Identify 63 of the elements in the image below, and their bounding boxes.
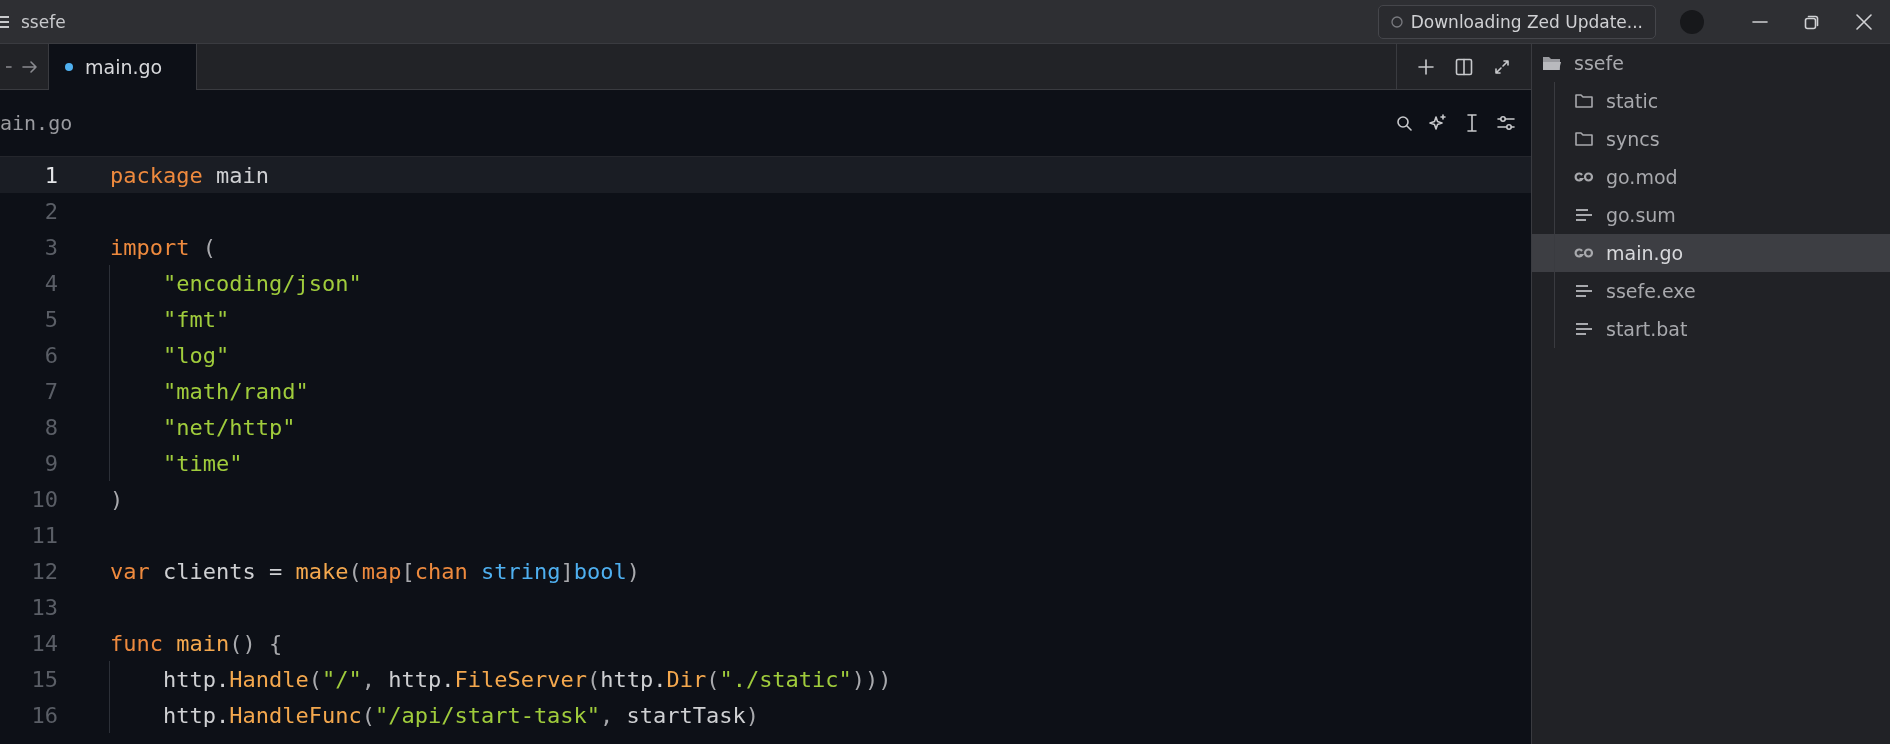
line-number: 4 — [43, 270, 58, 296]
breadcrumb[interactable]: ain.go — [0, 111, 73, 135]
code-line: "net/http" — [163, 414, 296, 440]
code-line: "math/rand" — [163, 378, 309, 404]
line-number: 12 — [30, 558, 58, 584]
split-pane-icon — [1455, 57, 1473, 76]
code-line: var clients = make(map[chan string]bool) — [110, 558, 640, 584]
line-number: 16 — [30, 702, 58, 728]
menu-icon[interactable] — [0, 14, 9, 29]
file-tree-item[interactable]: go.sum — [1532, 196, 1890, 234]
line-number: 7 — [43, 378, 58, 404]
code-line: "fmt" — [163, 306, 230, 332]
code-line: import ( — [110, 234, 216, 260]
file-tree-item[interactable]: main.go — [1532, 234, 1890, 272]
code-line: "encoding/json" — [163, 270, 362, 296]
text-file-icon — [1574, 208, 1594, 222]
minimize-icon — [1752, 20, 1768, 23]
folder-icon — [1574, 92, 1594, 110]
line-number: 6 — [43, 342, 58, 368]
code-line: package main — [110, 162, 269, 188]
file-tree-item[interactable]: static — [1532, 82, 1890, 120]
spinner-icon — [1390, 15, 1403, 28]
search-icon — [1396, 115, 1412, 131]
arrow-right-icon — [22, 59, 38, 74]
line-number: 10 — [30, 486, 58, 512]
code-line: func main() { — [110, 630, 283, 656]
go-logo-icon — [1574, 172, 1594, 182]
line-number: 8 — [43, 414, 58, 440]
sliders-icon — [1497, 115, 1515, 131]
text-file-icon — [1574, 284, 1594, 298]
line-number: 14 — [30, 630, 58, 656]
code-line: "log" — [163, 342, 230, 368]
modified-dot — [65, 63, 73, 71]
line-number: 1 — [43, 162, 58, 188]
restore-icon — [1804, 13, 1820, 30]
code-line: "time" — [163, 450, 243, 476]
window-title: ssefe — [21, 11, 66, 32]
file-tree-item[interactable]: ssefe.exe — [1532, 272, 1890, 310]
line-number: 3 — [43, 234, 58, 260]
line-number: 13 — [30, 594, 58, 620]
line-number: 9 — [43, 450, 58, 476]
code-line: http.HandleFunc("/api/start-task", startTask) — [163, 702, 760, 728]
file-tree-item[interactable]: syncs — [1532, 120, 1890, 158]
line-number: 5 — [43, 306, 58, 332]
line-number: 11 — [30, 522, 58, 548]
go-logo-icon — [1574, 248, 1594, 258]
text-cursor-icon — [1466, 114, 1478, 132]
code-line: http.Handle("/", http.FileServer(http.Dir("./static"))) — [163, 666, 892, 692]
folder-open-icon — [1542, 54, 1562, 72]
line-number: 2 — [43, 198, 58, 224]
text-file-icon — [1574, 322, 1594, 336]
code-line: ) — [110, 486, 124, 512]
file-tree-item[interactable]: start.bat — [1532, 310, 1890, 348]
expand-icon — [1494, 58, 1510, 75]
editor-tab[interactable]: main.go — [48, 44, 198, 90]
update-status-button[interactable]: Downloading Zed Update... — [1377, 4, 1656, 39]
folder-icon — [1574, 130, 1594, 148]
file-tree-item[interactable]: ssefe — [1532, 44, 1890, 82]
close-icon — [1856, 13, 1872, 30]
sparkle-icon — [1429, 114, 1447, 132]
file-tree-item[interactable]: go.mod — [1532, 158, 1890, 196]
line-number: 15 — [30, 666, 58, 692]
plus-icon — [1418, 58, 1434, 75]
